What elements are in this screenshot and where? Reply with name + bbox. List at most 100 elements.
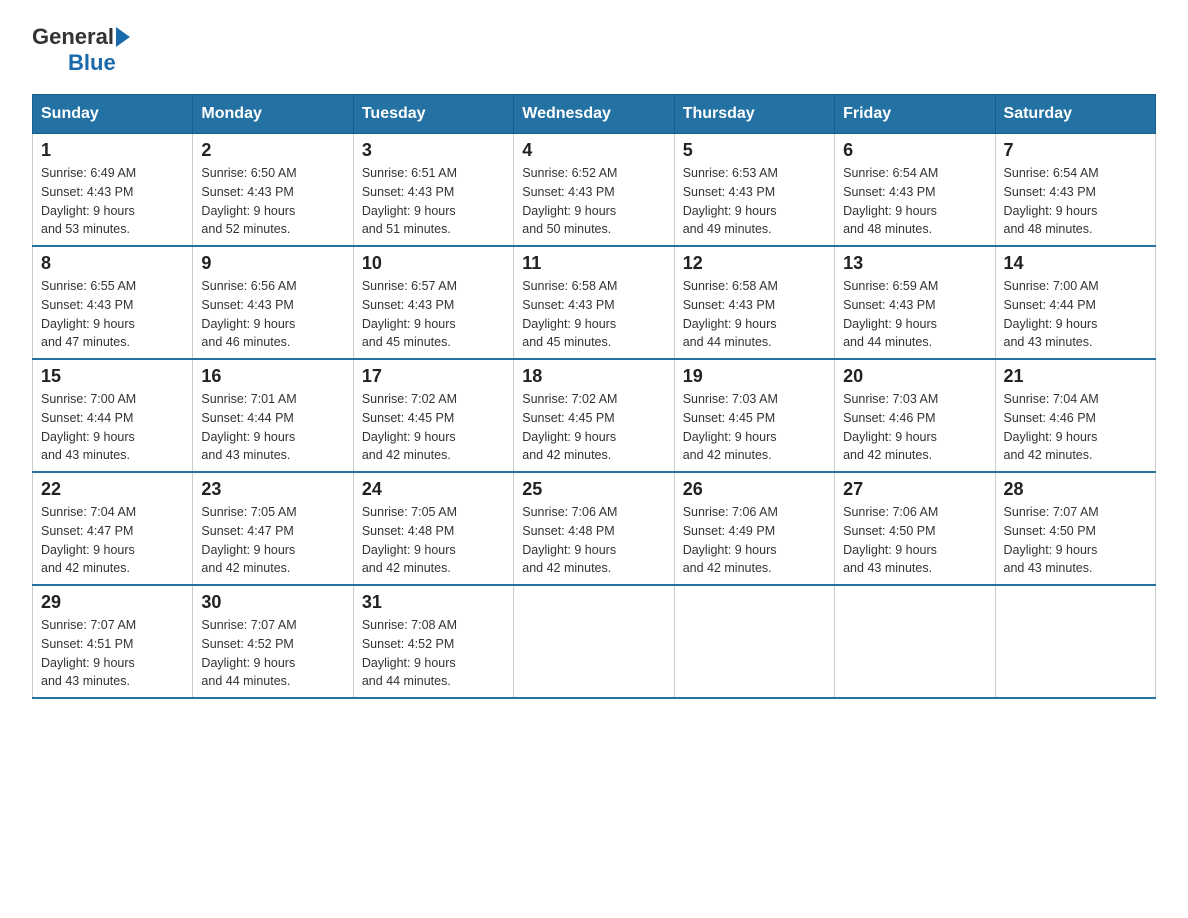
day-number: 31 [362, 592, 505, 613]
header: General Blue [32, 24, 1156, 76]
calendar-cell: 6 Sunrise: 6:54 AMSunset: 4:43 PMDaylight… [835, 134, 995, 247]
day-number: 2 [201, 140, 344, 161]
day-number: 7 [1004, 140, 1147, 161]
weekday-header-row: SundayMondayTuesdayWednesdayThursdayFrid… [33, 95, 1156, 134]
day-info: Sunrise: 6:53 AMSunset: 4:43 PMDaylight:… [683, 164, 826, 239]
calendar-cell [835, 585, 995, 698]
day-number: 13 [843, 253, 986, 274]
calendar-cell: 21 Sunrise: 7:04 AMSunset: 4:46 PMDayligh… [995, 359, 1155, 472]
calendar-cell: 1 Sunrise: 6:49 AMSunset: 4:43 PMDaylight… [33, 134, 193, 247]
day-info: Sunrise: 7:00 AMSunset: 4:44 PMDaylight:… [1004, 277, 1147, 352]
logo-general-text: General [32, 24, 114, 50]
calendar-cell: 15Sunrise: 7:00 AMSunset: 4:44 PMDayligh… [33, 359, 193, 472]
calendar-cell: 3 Sunrise: 6:51 AMSunset: 4:43 PMDaylight… [353, 134, 513, 247]
calendar-cell: 24Sunrise: 7:05 AMSunset: 4:48 PMDayligh… [353, 472, 513, 585]
calendar-cell: 18Sunrise: 7:02 AMSunset: 4:45 PMDayligh… [514, 359, 674, 472]
day-info: Sunrise: 7:05 AMSunset: 4:48 PMDaylight:… [362, 503, 505, 578]
calendar-week-row: 22 Sunrise: 7:04 AMSunset: 4:47 PMDayligh… [33, 472, 1156, 585]
day-number: 30 [201, 592, 344, 613]
day-info: Sunrise: 6:49 AMSunset: 4:43 PMDaylight:… [41, 164, 184, 239]
day-info: Sunrise: 7:07 AMSunset: 4:51 PMDaylight:… [41, 616, 184, 691]
day-info: Sunrise: 6:58 AMSunset: 4:43 PMDaylight:… [683, 277, 826, 352]
day-info: Sunrise: 7:05 AMSunset: 4:47 PMDaylight:… [201, 503, 344, 578]
logo-arrow-icon [116, 27, 130, 47]
day-info: Sunrise: 7:04 AMSunset: 4:47 PMDaylight:… [41, 503, 184, 578]
calendar-cell: 10 Sunrise: 6:57 AMSunset: 4:43 PMDayligh… [353, 246, 513, 359]
day-number: 16 [201, 366, 344, 387]
day-number: 17 [362, 366, 505, 387]
calendar-week-row: 8 Sunrise: 6:55 AMSunset: 4:43 PMDaylight… [33, 246, 1156, 359]
calendar-cell: 29 Sunrise: 7:07 AMSunset: 4:51 PMDayligh… [33, 585, 193, 698]
day-number: 23 [201, 479, 344, 500]
calendar-cell: 27Sunrise: 7:06 AMSunset: 4:50 PMDayligh… [835, 472, 995, 585]
day-number: 19 [683, 366, 826, 387]
calendar-cell: 12 Sunrise: 6:58 AMSunset: 4:43 PMDayligh… [674, 246, 834, 359]
calendar-cell: 8 Sunrise: 6:55 AMSunset: 4:43 PMDaylight… [33, 246, 193, 359]
day-number: 20 [843, 366, 986, 387]
day-number: 22 [41, 479, 184, 500]
calendar-cell: 19 Sunrise: 7:03 AMSunset: 4:45 PMDayligh… [674, 359, 834, 472]
day-info: Sunrise: 6:51 AMSunset: 4:43 PMDaylight:… [362, 164, 505, 239]
day-info: Sunrise: 7:06 AMSunset: 4:50 PMDaylight:… [843, 503, 986, 578]
weekday-header-monday: Monday [193, 95, 353, 134]
weekday-header-friday: Friday [835, 95, 995, 134]
day-info: Sunrise: 6:57 AMSunset: 4:43 PMDaylight:… [362, 277, 505, 352]
calendar-cell: 13Sunrise: 6:59 AMSunset: 4:43 PMDayligh… [835, 246, 995, 359]
logo: General Blue [32, 24, 132, 76]
day-number: 4 [522, 140, 665, 161]
day-info: Sunrise: 6:54 AMSunset: 4:43 PMDaylight:… [1004, 164, 1147, 239]
calendar-cell: 30 Sunrise: 7:07 AMSunset: 4:52 PMDayligh… [193, 585, 353, 698]
calendar-cell: 11Sunrise: 6:58 AMSunset: 4:43 PMDayligh… [514, 246, 674, 359]
day-info: Sunrise: 7:01 AMSunset: 4:44 PMDaylight:… [201, 390, 344, 465]
day-info: Sunrise: 7:04 AMSunset: 4:46 PMDaylight:… [1004, 390, 1147, 465]
calendar-week-row: 1 Sunrise: 6:49 AMSunset: 4:43 PMDaylight… [33, 134, 1156, 247]
day-info: Sunrise: 7:03 AMSunset: 4:45 PMDaylight:… [683, 390, 826, 465]
day-number: 29 [41, 592, 184, 613]
calendar-cell: 14 Sunrise: 7:00 AMSunset: 4:44 PMDayligh… [995, 246, 1155, 359]
calendar-cell: 4 Sunrise: 6:52 AMSunset: 4:43 PMDaylight… [514, 134, 674, 247]
day-info: Sunrise: 7:07 AMSunset: 4:52 PMDaylight:… [201, 616, 344, 691]
logo-blue-sub: Blue [68, 50, 116, 76]
calendar-cell: 9 Sunrise: 6:56 AMSunset: 4:43 PMDaylight… [193, 246, 353, 359]
day-info: Sunrise: 6:50 AMSunset: 4:43 PMDaylight:… [201, 164, 344, 239]
calendar-cell: 22 Sunrise: 7:04 AMSunset: 4:47 PMDayligh… [33, 472, 193, 585]
day-number: 28 [1004, 479, 1147, 500]
calendar-week-row: 29 Sunrise: 7:07 AMSunset: 4:51 PMDayligh… [33, 585, 1156, 698]
day-number: 21 [1004, 366, 1147, 387]
day-info: Sunrise: 7:08 AMSunset: 4:52 PMDaylight:… [362, 616, 505, 691]
day-number: 5 [683, 140, 826, 161]
calendar-cell: 17 Sunrise: 7:02 AMSunset: 4:45 PMDayligh… [353, 359, 513, 472]
day-number: 25 [522, 479, 665, 500]
day-number: 15 [41, 366, 184, 387]
day-info: Sunrise: 6:55 AMSunset: 4:43 PMDaylight:… [41, 277, 184, 352]
day-info: Sunrise: 7:07 AMSunset: 4:50 PMDaylight:… [1004, 503, 1147, 578]
day-number: 14 [1004, 253, 1147, 274]
day-number: 1 [41, 140, 184, 161]
weekday-header-wednesday: Wednesday [514, 95, 674, 134]
day-info: Sunrise: 6:52 AMSunset: 4:43 PMDaylight:… [522, 164, 665, 239]
day-number: 9 [201, 253, 344, 274]
day-number: 6 [843, 140, 986, 161]
calendar-cell: 5 Sunrise: 6:53 AMSunset: 4:43 PMDaylight… [674, 134, 834, 247]
weekday-header-sunday: Sunday [33, 95, 193, 134]
day-info: Sunrise: 7:03 AMSunset: 4:46 PMDaylight:… [843, 390, 986, 465]
day-number: 8 [41, 253, 184, 274]
calendar-cell: 25 Sunrise: 7:06 AMSunset: 4:48 PMDayligh… [514, 472, 674, 585]
day-number: 3 [362, 140, 505, 161]
weekday-header-thursday: Thursday [674, 95, 834, 134]
day-number: 12 [683, 253, 826, 274]
calendar-cell [514, 585, 674, 698]
weekday-header-saturday: Saturday [995, 95, 1155, 134]
calendar-table: SundayMondayTuesdayWednesdayThursdayFrid… [32, 94, 1156, 699]
day-number: 26 [683, 479, 826, 500]
day-number: 10 [362, 253, 505, 274]
weekday-header-tuesday: Tuesday [353, 95, 513, 134]
calendar-cell: 2 Sunrise: 6:50 AMSunset: 4:43 PMDaylight… [193, 134, 353, 247]
day-info: Sunrise: 6:56 AMSunset: 4:43 PMDaylight:… [201, 277, 344, 352]
day-info: Sunrise: 7:06 AMSunset: 4:48 PMDaylight:… [522, 503, 665, 578]
day-info: Sunrise: 7:02 AMSunset: 4:45 PMDaylight:… [362, 390, 505, 465]
calendar-cell [674, 585, 834, 698]
day-info: Sunrise: 6:54 AMSunset: 4:43 PMDaylight:… [843, 164, 986, 239]
day-info: Sunrise: 7:06 AMSunset: 4:49 PMDaylight:… [683, 503, 826, 578]
calendar-cell: 26 Sunrise: 7:06 AMSunset: 4:49 PMDayligh… [674, 472, 834, 585]
